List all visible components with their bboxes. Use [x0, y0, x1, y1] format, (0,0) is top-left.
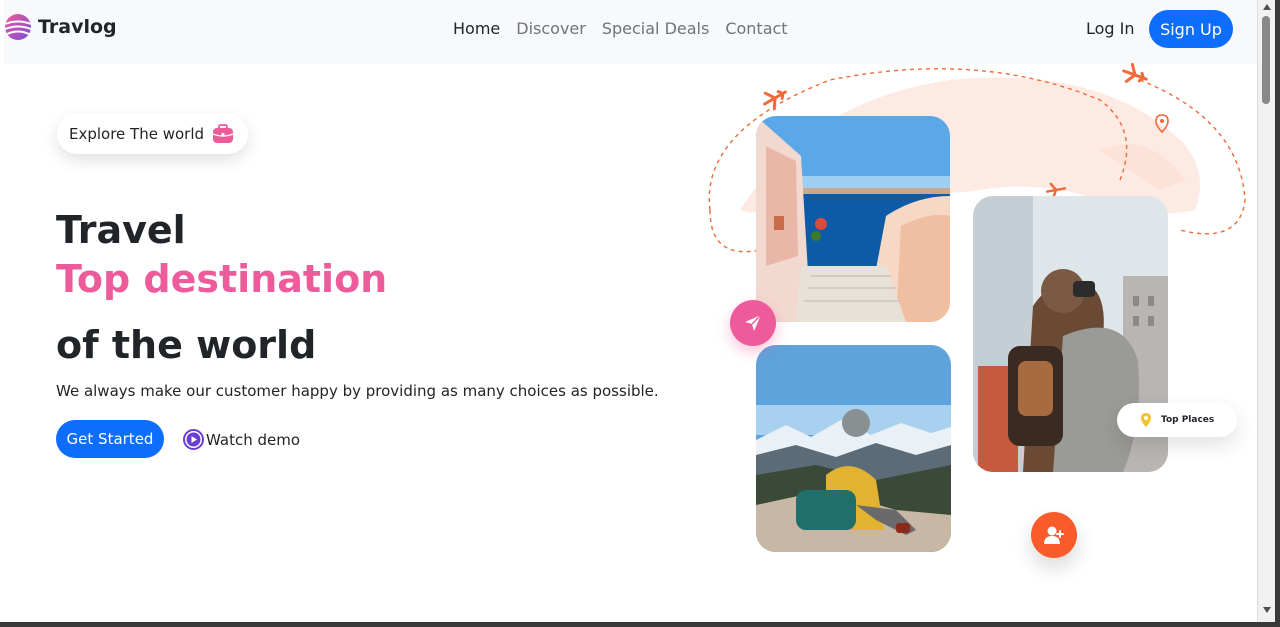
top-places-label: Top Places: [1161, 415, 1215, 425]
page-viewport: Travlog Home Discover Special Deals Cont…: [0, 0, 1257, 622]
play-icon: [183, 429, 204, 450]
nav-link-special-deals[interactable]: Special Deals: [602, 19, 709, 38]
brand-name: Travlog: [38, 16, 117, 38]
get-started-button[interactable]: Get Started: [56, 420, 164, 458]
nav-link-contact[interactable]: Contact: [725, 19, 787, 38]
top-places-badge: Top Places: [1117, 403, 1237, 437]
hero-title-line3: of the world: [56, 323, 317, 367]
destination-photo-mountain-hiker: [756, 345, 951, 552]
send-button[interactable]: [730, 300, 776, 346]
briefcase-icon: [212, 124, 234, 143]
login-link[interactable]: Log In: [1086, 19, 1135, 38]
add-user-icon: [1044, 526, 1064, 544]
logo-icon: [4, 14, 32, 40]
vertical-scrollbar[interactable]: [1257, 0, 1275, 622]
nav-links: Home Discover Special Deals Contact: [453, 19, 788, 38]
hero-title-line1: Travel: [56, 208, 186, 252]
nav-link-home[interactable]: Home: [453, 19, 500, 38]
brand-logo[interactable]: Travlog: [4, 13, 117, 41]
destination-photo-santorini: [756, 116, 950, 322]
hero-subtitle: We always make our customer happy by pro…: [56, 382, 659, 400]
scroll-down-arrow[interactable]: [1263, 607, 1271, 613]
watch-demo-label: Watch demo: [206, 430, 301, 449]
add-user-button[interactable]: [1031, 512, 1077, 558]
explore-badge: Explore The world: [57, 114, 249, 154]
scroll-up-arrow[interactable]: [1263, 4, 1271, 10]
send-icon: [745, 314, 762, 331]
location-pin-icon: [1141, 413, 1151, 427]
explore-badge-label: Explore The world: [69, 125, 205, 143]
hero-title-highlight: Top destination: [56, 257, 388, 301]
nav-link-discover[interactable]: Discover: [516, 19, 586, 38]
watch-demo-button[interactable]: Watch demo: [183, 429, 300, 450]
signup-button[interactable]: Sign Up: [1149, 10, 1233, 48]
navbar: Travlog Home Discover Special Deals Cont…: [4, 0, 1257, 64]
airplane-icon: [763, 90, 787, 111]
airplane-icon: [1122, 62, 1148, 83]
scroll-thumb[interactable]: [1262, 16, 1270, 104]
